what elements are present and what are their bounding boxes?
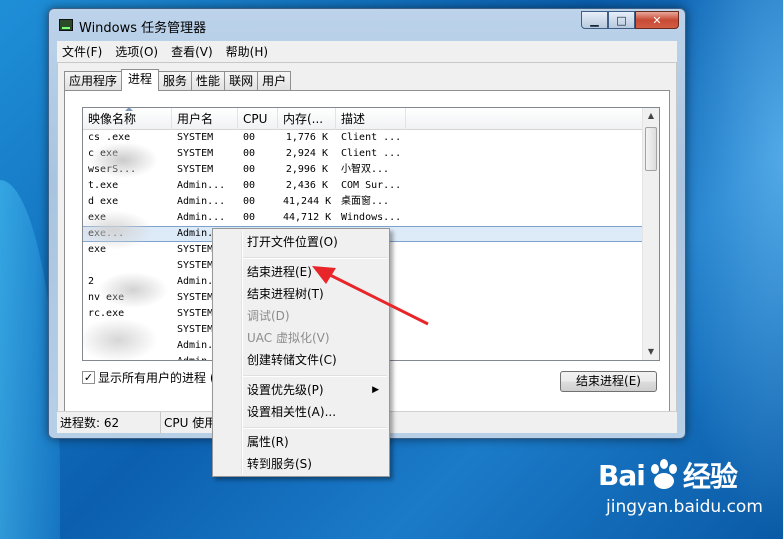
baidu-jingyan-watermark: Bai 经验 jingyan.baidu.com (598, 455, 768, 525)
title-bar[interactable]: Windows 任务管理器 ▁ □ ✕ (49, 9, 685, 39)
cell-description: Client ... (341, 132, 402, 143)
menu-separator (243, 427, 387, 429)
cell-image-name: exe... (88, 228, 125, 239)
window-title: Windows 任务管理器 (79, 21, 207, 36)
table-row[interactable]: wserS... SYSTEM 00 2,996 K 小智双... (83, 162, 643, 178)
annotation-arrow-line (323, 270, 429, 326)
task-manager-icon (59, 19, 73, 31)
menu-bar: 文件(F) 选项(O) 查看(V) 帮助(H) (57, 41, 677, 62)
table-row[interactable]: c exe SYSTEM 00 2,924 K Client ... (83, 146, 643, 162)
menu-help[interactable]: 帮助(H) (226, 43, 268, 60)
show-all-checkbox[interactable]: ✓ (82, 371, 95, 384)
tab-strip: 应用程序 进程 服务 性能 联网 用户 (64, 69, 292, 91)
cell-image-name: nv exe (88, 292, 125, 303)
cell-image-name (83, 354, 172, 360)
vertical-scrollbar[interactable]: ▲ ▼ (642, 108, 659, 360)
menu-open-file-location[interactable]: 打开文件位置(O) (215, 231, 387, 253)
column-description[interactable]: 描述 (336, 108, 406, 130)
menu-go-to-service[interactable]: 转到服务(S) (215, 453, 387, 475)
scroll-up-icon[interactable]: ▲ (643, 108, 659, 124)
menu-options[interactable]: 选项(O) (115, 43, 158, 60)
cell-cpu: 00 (243, 180, 256, 191)
minimize-button[interactable]: ▁ (581, 11, 608, 29)
submenu-arrow-icon: ▶ (372, 385, 379, 395)
column-cpu[interactable]: CPU (238, 108, 278, 130)
annotation-arrow (312, 266, 429, 326)
column-image-name[interactable]: 映像名称 (83, 108, 172, 130)
cell-memory: 2,996 K (285, 164, 328, 175)
cell-user-name: Admin... (177, 180, 226, 191)
cell-image-name: t.exe (88, 180, 119, 191)
column-filler (406, 108, 643, 130)
cell-cpu: 00 (243, 196, 256, 207)
cell-user-name: SYSTEM (177, 164, 214, 175)
close-button[interactable]: ✕ (635, 11, 679, 29)
watermark-brand: Bai 经验 (598, 455, 768, 495)
menu-set-priority[interactable]: 设置优先级(P) ▶ (215, 379, 387, 401)
cell-image-name (83, 338, 172, 354)
cell-user-name: SYSTEM (177, 148, 214, 159)
menu-create-dump-file[interactable]: 创建转储文件(C) (215, 349, 387, 371)
baidu-paw-icon (650, 459, 677, 489)
tab-applications[interactable]: 应用程序 (64, 71, 123, 91)
cell-image-name: exe (88, 212, 107, 223)
cell-memory: 2,436 K (285, 180, 328, 191)
tab-services[interactable]: 服务 (158, 71, 193, 91)
cell-image-name: wserS... (88, 164, 137, 175)
cell-description: Windows... (341, 212, 402, 223)
column-user-name[interactable]: 用户名 (172, 108, 238, 130)
cell-user-name: SYSTEM (177, 132, 214, 143)
cell-memory: 41,244 K (283, 196, 332, 207)
cell-image-name: d exe (88, 196, 119, 207)
tab-processes[interactable]: 进程 (121, 69, 160, 91)
cell-description: COM Sur... (341, 180, 402, 191)
scroll-thumb[interactable] (645, 127, 657, 171)
list-header: 映像名称 用户名 CPU 内存(... 描述 (83, 108, 643, 130)
cell-description: Client ... (341, 148, 402, 159)
menu-file[interactable]: 文件(F) (62, 43, 102, 60)
menu-view[interactable]: 查看(V) (171, 43, 213, 60)
show-all-label: 显示所有用户的进程 (S (98, 371, 223, 385)
menu-separator (243, 375, 387, 377)
cell-cpu: 00 (243, 148, 256, 159)
table-row[interactable]: t.exe Admin... 00 2,436 K COM Sur... (83, 178, 643, 194)
table-row[interactable]: exe Admin... 00 44,712 K Windows... (83, 210, 643, 226)
maximize-button[interactable]: □ (608, 11, 635, 29)
show-all-processes[interactable]: ✓ 显示所有用户的进程 (S (82, 369, 222, 386)
menu-set-affinity[interactable]: 设置相关性(A)... (215, 401, 387, 423)
cell-user-name: Admin... (177, 212, 226, 223)
cell-cpu: 00 (243, 164, 256, 175)
end-process-button[interactable]: 结束进程(E) (560, 371, 657, 392)
menu-set-priority-label: 设置优先级(P) (247, 383, 324, 397)
menu-separator (243, 257, 387, 259)
cell-memory: 2,924 K (285, 148, 328, 159)
cell-image-name: 2 (88, 276, 95, 287)
column-memory[interactable]: 内存(... (278, 108, 336, 130)
table-row[interactable]: cs .exe SYSTEM 00 1,776 K Client ... (83, 130, 643, 146)
cell-image-name: rc.exe (88, 308, 125, 319)
tab-networking[interactable]: 联网 (224, 71, 259, 91)
window-controls: ▁ □ ✕ (581, 11, 679, 29)
table-row[interactable]: d exe Admin... 00 41,244 K 桌面窗... (83, 194, 643, 210)
cell-image-name: cs .exe (88, 132, 131, 143)
watermark-brand-left: Bai (598, 458, 646, 492)
status-process-count: 进程数: 62 (57, 412, 161, 434)
cell-description: 桌面窗... (341, 196, 390, 207)
watermark-url: jingyan.baidu.com (606, 497, 763, 517)
scroll-down-icon[interactable]: ▼ (643, 344, 659, 360)
cell-image-name (83, 258, 172, 274)
menu-properties[interactable]: 属性(R) (215, 431, 387, 453)
tab-users[interactable]: 用户 (257, 71, 292, 91)
cell-image-name (83, 322, 172, 338)
cell-user-name: Admin... (177, 196, 226, 207)
cell-image-name: c exe (88, 148, 119, 159)
cell-memory: 1,776 K (285, 132, 328, 143)
cell-cpu: 00 (243, 212, 256, 223)
watermark-brand-right: 经验 (682, 460, 738, 493)
cell-memory: 44,712 K (283, 212, 332, 223)
cell-image-name: exe (88, 244, 107, 255)
cell-cpu: 00 (243, 132, 256, 143)
tab-performance[interactable]: 性能 (191, 71, 226, 91)
cell-description: 小智双... (341, 164, 390, 175)
